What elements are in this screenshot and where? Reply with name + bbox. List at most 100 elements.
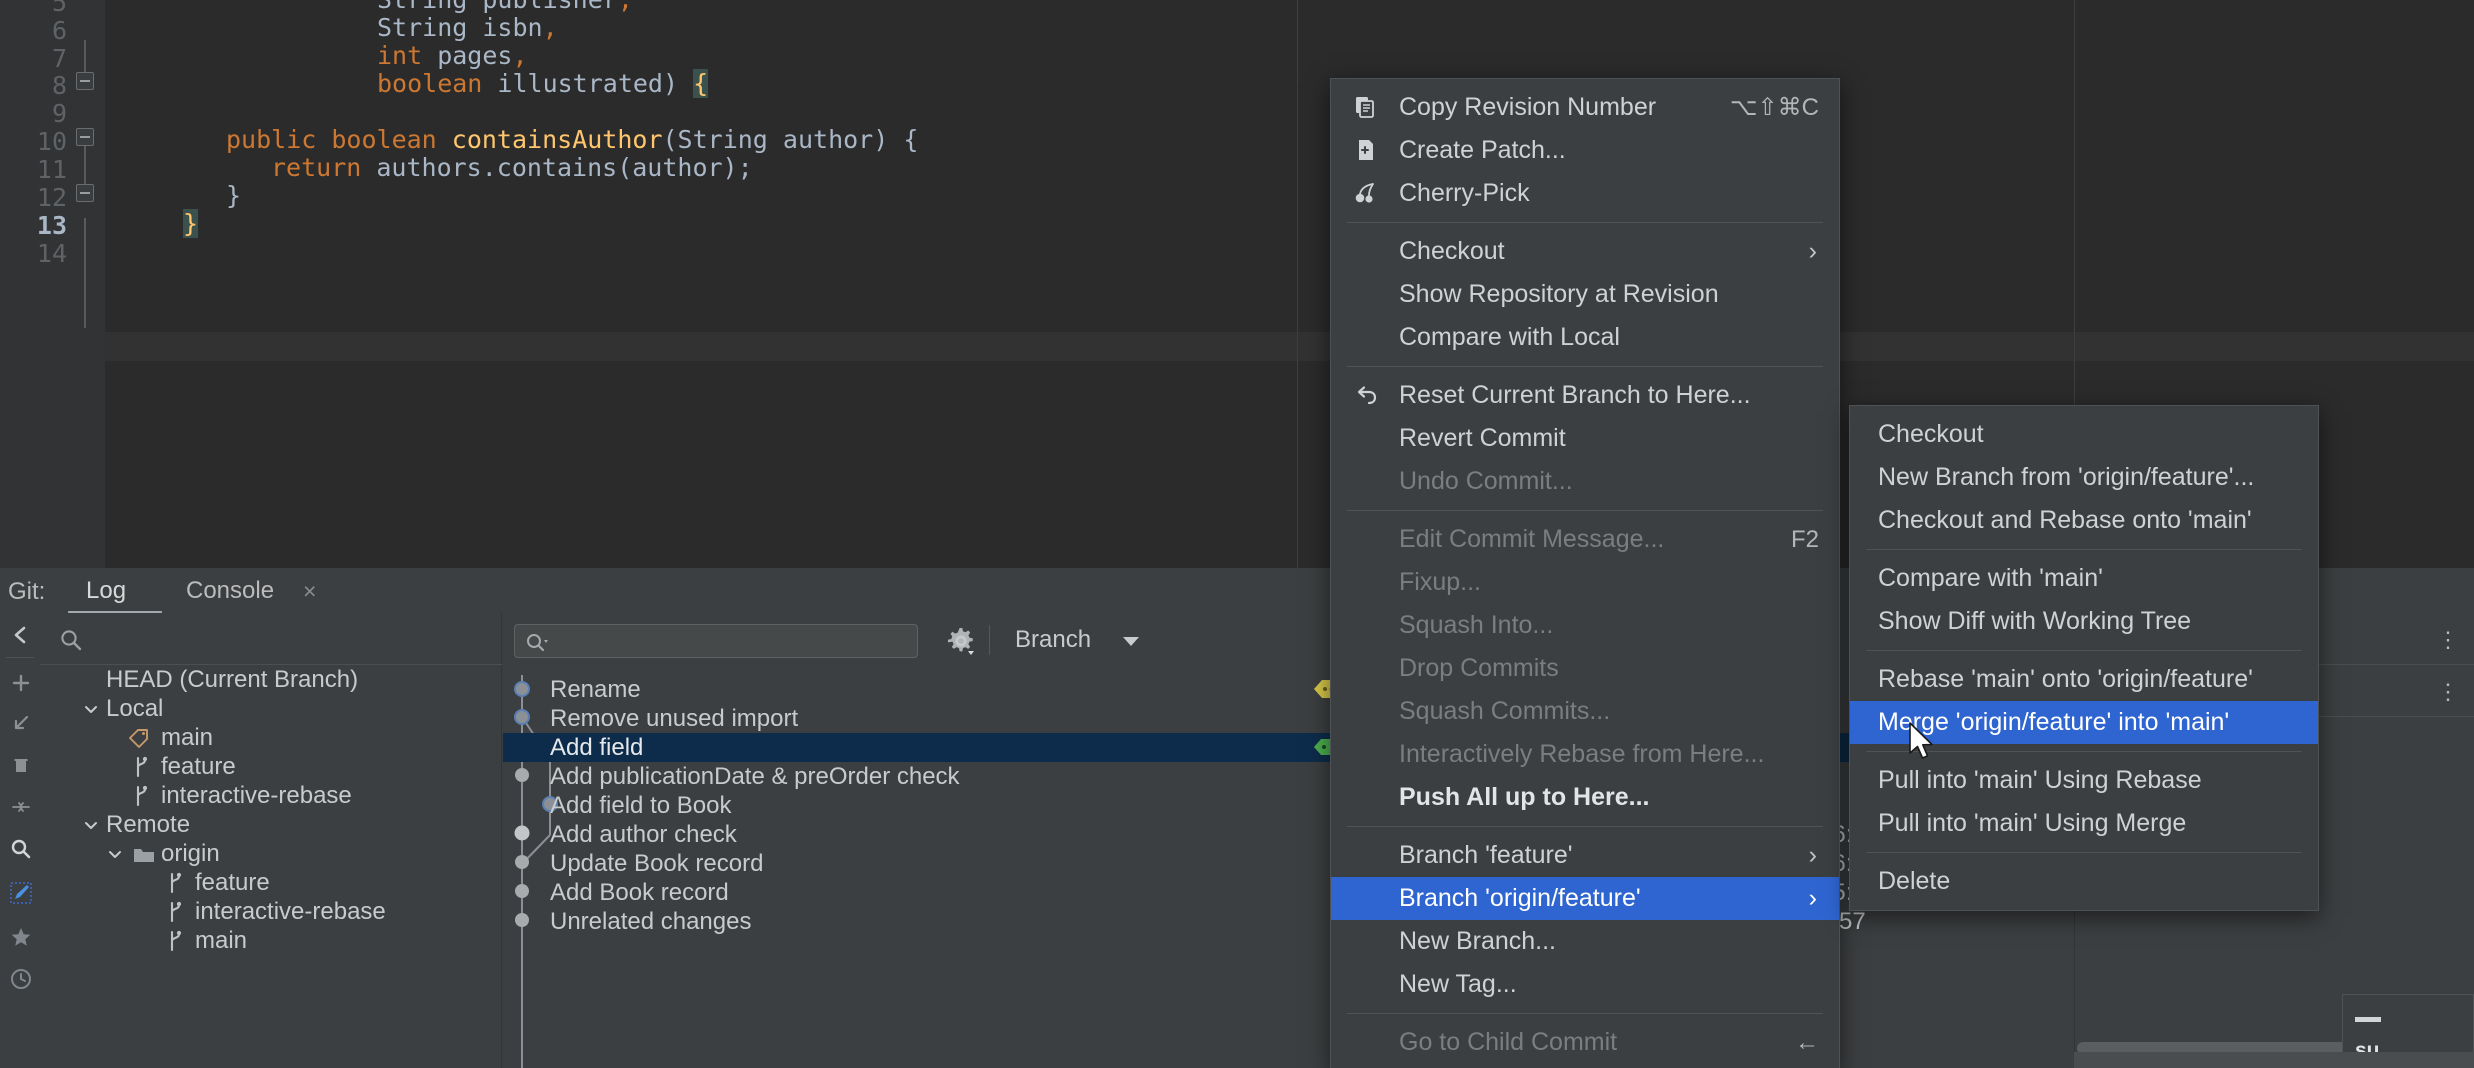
tree-item-origin-feature[interactable]: feature [40, 868, 502, 897]
git-label: Git: [8, 578, 46, 605]
menu-item-label: Rebase 'main' onto 'origin/feature' [1878, 665, 2253, 693]
tree-item-origin-main[interactable]: main [40, 926, 502, 955]
branch-filter-button[interactable]: Branch [1015, 626, 1091, 654]
fold-bar [84, 146, 86, 186]
menu-item-shortcut: F2 [1790, 525, 1819, 553]
patch-icon [1353, 138, 1379, 164]
tree-item-label: feature [161, 752, 236, 780]
compare-branches-icon[interactable] [7, 793, 35, 821]
menu-item-new-branch[interactable]: New Branch... [1331, 920, 1839, 963]
tab-console[interactable]: Console [186, 577, 274, 605]
menu-item-label: Merge 'origin/feature' into 'main' [1878, 708, 2230, 736]
menu-item-compare-with-local[interactable]: Compare with Local [1331, 316, 1839, 359]
branch-tree-panel: HEAD (Current Branch) Local main feature… [40, 613, 502, 1068]
fold-marker-collapse-icon[interactable] [76, 128, 94, 146]
menu-item-copy-revision-number[interactable]: Copy Revision Number ⌥⇧⌘C [1331, 86, 1839, 129]
code-line: String publisher, [377, 0, 633, 14]
chevron-down-icon[interactable] [82, 816, 100, 834]
tree-item-label: main [161, 723, 214, 751]
menu-item-squash-into: Squash Into... [1331, 604, 1839, 647]
menu-item-reset-current-branch-to-here[interactable]: Reset Current Branch to Here... [1331, 374, 1839, 417]
gear-icon[interactable] [945, 625, 977, 662]
chevron-right-icon: › [1808, 841, 1817, 869]
tab-log[interactable]: Log [86, 577, 126, 605]
line-number: 8 [51, 71, 67, 100]
details-meta-icon: ⋮ [2437, 679, 2461, 704]
commit-subject: Remove unused import [550, 705, 799, 732]
fetch-icon[interactable] [7, 709, 35, 737]
fold-marker-collapse-icon[interactable] [76, 184, 94, 202]
tree-item-local-feature[interactable]: feature [40, 752, 502, 781]
submenu-item-pull-into-main-using-rebase[interactable]: Pull into 'main' Using Rebase [1850, 759, 2318, 802]
tree-item-head[interactable]: HEAD (Current Branch) [40, 665, 502, 694]
submenu-item-compare-with-main[interactable]: Compare with 'main' [1850, 557, 2318, 600]
commit-context-menu[interactable]: Copy Revision Number ⌥⇧⌘C Create Patch..… [1330, 78, 1840, 1068]
tag-icon [128, 727, 150, 749]
code-line: } [226, 181, 242, 210]
branch-tree-rows[interactable]: HEAD (Current Branch) Local main feature… [40, 665, 502, 1068]
menu-item-create-patch[interactable]: Create Patch... [1331, 129, 1839, 172]
menu-item-branch-origin-feature[interactable]: Branch 'origin/feature' › [1331, 877, 1839, 920]
line-number: 7 [51, 44, 67, 73]
close-icon[interactable]: × [303, 578, 316, 605]
menu-item-cherry-pick[interactable]: Cherry-Pick [1331, 172, 1839, 215]
menu-item-label: Interactively Rebase from Here... [1399, 740, 1765, 768]
add-icon[interactable] [7, 669, 35, 697]
menu-item-show-repository-at-revision[interactable]: Show Repository at Revision [1331, 273, 1839, 316]
bottom-status-strip [2074, 1052, 2474, 1068]
code-line: boolean illustrated) { [377, 69, 709, 98]
tree-item-origin-interactive-rebase[interactable]: interactive-rebase [40, 897, 502, 926]
edit-highlight-icon[interactable] [7, 879, 35, 907]
chevron-down-icon[interactable] [82, 700, 100, 718]
menu-item-label: Undo Commit... [1399, 467, 1573, 495]
submenu-item-checkout[interactable]: Checkout [1850, 413, 2318, 456]
menu-item-label: New Branch... [1399, 927, 1557, 955]
submenu-item-rebase-main-onto-origin-feature[interactable]: Rebase 'main' onto 'origin/feature' [1850, 658, 2318, 701]
chevron-down-icon[interactable] [106, 845, 124, 863]
commit-search-input[interactable] [514, 624, 918, 658]
history-clock-icon[interactable] [7, 965, 35, 993]
tree-group-origin[interactable]: origin [40, 839, 502, 868]
tree-group-local[interactable]: Local [40, 694, 502, 723]
branch-search-field[interactable] [40, 613, 502, 665]
tree-item-local-interactive-rebase[interactable]: interactive-rebase [40, 781, 502, 810]
branch-icon [166, 901, 188, 923]
menu-item-revert-commit[interactable]: Revert Commit [1331, 417, 1839, 460]
menu-item-checkout[interactable]: Checkout › [1331, 230, 1839, 273]
menu-separator [1347, 222, 1823, 223]
toolbar-divider [989, 625, 990, 655]
submenu-item-pull-into-main-using-merge[interactable]: Pull into 'main' Using Merge [1850, 802, 2318, 845]
menu-item-new-tag[interactable]: New Tag... [1331, 963, 1839, 1006]
editor-gutter[interactable]: 5 6 7 8 9 10 11 12 13 14 [0, 0, 105, 568]
menu-item-label: Edit Commit Message... [1399, 525, 1665, 553]
menu-item-branch-feature[interactable]: Branch 'feature' › [1331, 834, 1839, 877]
chevron-down-icon[interactable] [1123, 637, 1139, 646]
menu-separator [1347, 826, 1823, 827]
delete-icon[interactable] [7, 751, 35, 779]
branch-origin-feature-submenu[interactable]: Checkout New Branch from 'origin/feature… [1849, 405, 2319, 911]
submenu-item-delete[interactable]: Delete [1850, 860, 2318, 903]
submenu-item-new-branch-from-origin-feature[interactable]: New Branch from 'origin/feature'... [1850, 456, 2318, 499]
search-icon[interactable] [7, 835, 35, 863]
commit-subject: Rename [550, 676, 641, 703]
menu-item-fixup: Fixup... [1331, 561, 1839, 604]
submenu-item-merge-origin-feature-into-main[interactable]: Merge 'origin/feature' into 'main' [1850, 701, 2318, 744]
submenu-item-show-diff-with-working-tree[interactable]: Show Diff with Working Tree [1850, 600, 2318, 643]
collapse-left-icon[interactable] [7, 621, 35, 649]
git-left-toolbar [0, 613, 40, 1068]
code-line: public boolean containsAuthor(String aut… [226, 125, 919, 154]
menu-separator [1347, 510, 1823, 511]
tree-group-remote[interactable]: Remote [40, 810, 502, 839]
menu-item-undo-commit: Undo Commit... [1331, 460, 1839, 503]
commit-subject: Add field [550, 734, 644, 761]
menu-item-squash-commits: Squash Commits... [1331, 690, 1839, 733]
tree-item-label: main [195, 926, 248, 954]
menu-separator [1866, 751, 2302, 752]
tree-item-local-main[interactable]: main [40, 723, 502, 752]
menu-separator [1347, 366, 1823, 367]
favorite-star-icon[interactable] [7, 923, 35, 951]
fold-marker-collapse-icon[interactable] [76, 72, 94, 90]
menu-item-label: Squash Into... [1399, 611, 1554, 639]
menu-item-push-all-up-to-here[interactable]: Push All up to Here... [1331, 776, 1839, 819]
submenu-item-checkout-and-rebase-onto-main[interactable]: Checkout and Rebase onto 'main' [1850, 499, 2318, 542]
